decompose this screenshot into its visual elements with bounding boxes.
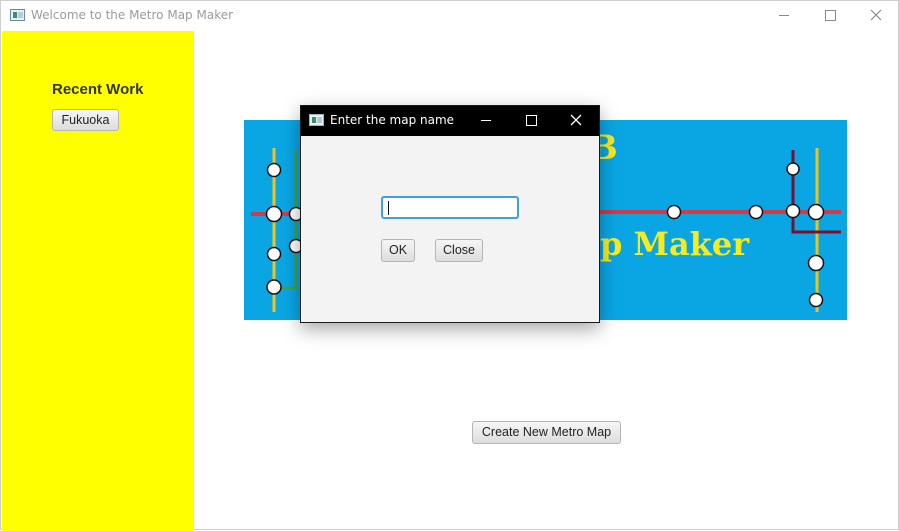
minimize-icon[interactable] xyxy=(761,1,807,31)
banner-title-fragment: p Maker xyxy=(600,225,750,263)
close-button[interactable]: Close xyxy=(435,239,483,262)
main-window: Welcome to the Metro Map Maker Recent Wo… xyxy=(0,0,899,531)
maximize-icon[interactable] xyxy=(807,1,853,31)
recent-work-heading: Recent Work xyxy=(52,81,144,98)
recent-map-button[interactable]: Fukuoka xyxy=(52,109,119,131)
ok-button[interactable]: OK xyxy=(381,239,415,262)
map-name-input[interactable] xyxy=(381,196,519,219)
dialog-titlebar[interactable]: Enter the map name xyxy=(301,106,599,136)
window-title: Welcome to the Metro Map Maker xyxy=(31,8,234,22)
close-icon[interactable] xyxy=(853,1,899,31)
dialog-maximize-icon[interactable] xyxy=(508,106,552,136)
dialog-minimize-icon[interactable] xyxy=(464,106,508,136)
dialog-close-icon[interactable] xyxy=(553,106,597,136)
recent-work-sidebar: Recent Work Fukuoka xyxy=(2,31,194,531)
map-name-dialog: Enter the map name OK Close xyxy=(300,105,600,323)
dialog-title: Enter the map name xyxy=(330,113,455,127)
create-new-map-button[interactable]: Create New Metro Map xyxy=(472,421,621,444)
app-icon xyxy=(10,9,25,21)
text-caret xyxy=(388,201,389,215)
dialog-app-icon xyxy=(309,114,324,126)
window-titlebar[interactable]: Welcome to the Metro Map Maker xyxy=(1,1,898,31)
